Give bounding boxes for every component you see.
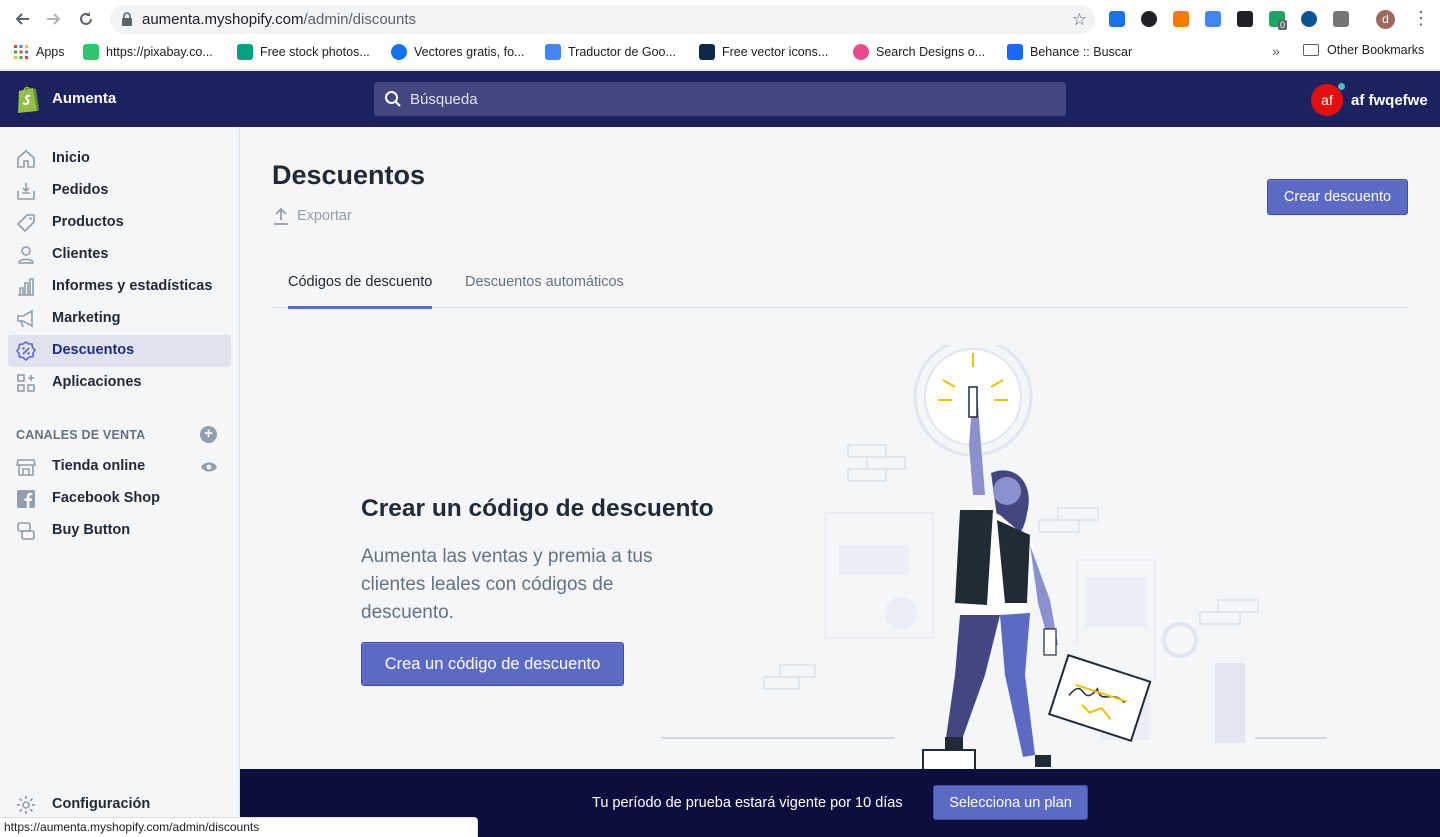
reload-icon[interactable] [75,8,97,30]
sidebar-item-pedidos[interactable]: Pedidos [8,175,231,207]
extension-code-icon[interactable] [1205,11,1221,27]
sidebar-item-marketing[interactable]: Marketing [8,303,231,335]
extension-s-icon[interactable] [1109,11,1125,27]
orders-icon [17,183,35,200]
lock-icon [122,12,132,26]
bookmark-apps[interactable]: Apps [13,43,65,61]
sidebar-item-aplicaciones[interactable]: Aplicaciones [8,367,231,399]
search-input[interactable] [410,82,1050,116]
search-icon [385,91,401,107]
bookmark-freepik[interactable]: Vectores gratis, fo... [391,43,524,61]
behance-icon [1007,44,1023,60]
trial-text: Tu período de prueba estará vigente por … [592,795,903,811]
bookmark-translate[interactable]: Traductor de Goo... [545,43,676,61]
discount-icon [16,341,36,361]
sidebar-item-informes[interactable]: Informes y estadísticas [8,271,231,303]
apps-grid-icon [14,45,28,59]
sidebar-item-tienda-online[interactable]: Tienda online [8,451,231,483]
home-icon [17,149,35,168]
dribbble-icon [853,44,869,60]
notification-dot [1337,82,1346,91]
discount-illustration [661,345,1327,770]
address-bar[interactable]: aumenta.myshopify.com/admin/discounts ☆ [110,5,1095,34]
store-name[interactable]: Aumenta [52,90,116,107]
extension-paint-icon[interactable] [1333,11,1349,27]
facebook-icon [17,490,35,508]
sidebar-item-clientes[interactable]: Clientes [8,239,231,271]
bookmark-pexels[interactable]: Free stock photos... [237,43,370,61]
upload-icon [274,207,288,225]
profile-avatar[interactable]: d [1376,10,1395,29]
bookmark-pixabay[interactable]: https://pixabay.co... [83,43,213,61]
sidebar: Inicio Pedidos Productos Clientes Inform… [0,127,240,837]
page-title: Descuentos [272,160,426,190]
tab-discount-codes[interactable]: Códigos de descuento [272,262,448,309]
browser-nav-row: aumenta.myshopify.com/admin/discounts ☆ … [0,0,1440,38]
browser-chrome: aumenta.myshopify.com/admin/discounts ☆ … [0,0,1440,70]
shopify-logo-icon[interactable] [16,84,40,114]
analytics-icon [18,278,34,296]
megaphone-icon [17,309,33,328]
back-arrow-icon[interactable] [11,8,33,30]
user-avatar: af [1311,82,1346,116]
bookmark-behance[interactable]: Behance :: Buscar [1007,43,1132,61]
browser-menu-icon[interactable]: ⋮ [1412,8,1430,29]
buy-button-icon [17,522,35,540]
status-bar-url: https://aumenta.myshopify.com/admin/disc… [0,817,478,837]
extension-chart-icon[interactable] [1173,11,1189,27]
sidebar-item-buy-button[interactable]: Buy Button [8,515,231,547]
forward-arrow-icon[interactable] [43,8,65,30]
tab-automatic-discounts[interactable]: Descuentos automáticos [449,262,640,308]
select-plan-button[interactable]: Selecciona un plan [933,785,1088,820]
sales-channels-heading: CANALES DE VENTA [16,428,146,442]
admin-topbar: Aumenta af af fwqefwe [0,71,1440,127]
sidebar-item-facebook-shop[interactable]: Facebook Shop [8,483,231,515]
settings-icon [17,796,35,814]
bookmark-dribbble[interactable]: Search Designs o... [853,43,985,61]
extension-k-icon[interactable] [1141,11,1157,27]
extension-badge: 0 [1278,20,1288,30]
bookmark-flaticon[interactable]: Free vector icons... [699,43,828,61]
bookmark-star-icon[interactable]: ☆ [1072,10,1087,30]
more-bookmarks-icon[interactable]: » [1272,43,1280,59]
other-bookmarks[interactable]: Other Bookmarks [1303,43,1424,57]
pixabay-icon [83,44,99,60]
folder-icon [1303,44,1319,56]
export-button[interactable]: Exportar [273,207,352,225]
search-bar[interactable] [374,82,1066,116]
bookmarks-bar: Apps https://pixabay.co... Free stock ph… [0,40,1440,64]
store-icon [16,459,36,476]
create-discount-code-button[interactable]: Crea un código de descuento [361,642,624,686]
user-name: af fwqefwe [1351,91,1428,109]
customer-icon [18,246,34,264]
add-channel-icon[interactable]: + [200,426,217,443]
sidebar-item-descuentos[interactable]: Descuentos [8,335,231,367]
extension-react-icon[interactable] [1301,11,1317,27]
create-discount-button[interactable]: Crear descuento [1267,179,1408,215]
discount-tabs: Códigos de descuento Descuentos automáti… [272,262,1408,309]
freepik-icon [391,44,407,60]
sidebar-item-productos[interactable]: Productos [8,207,231,239]
flaticon-icon [699,44,715,60]
pexels-icon [237,44,253,60]
google-translate-icon [545,44,561,60]
apps-icon [17,374,35,392]
extension-check-icon[interactable]: 0 [1269,11,1288,30]
user-menu[interactable]: af af fwqefwe [1311,82,1428,116]
tag-icon [16,214,35,233]
extension-shield-icon[interactable] [1237,11,1253,27]
address-url: aumenta.myshopify.com/admin/discounts [142,11,417,28]
sidebar-item-inicio[interactable]: Inicio [8,143,231,175]
empty-state-description: Aumenta las ventas y premia a tus client… [361,546,653,623]
view-store-eye-icon[interactable] [200,461,218,473]
